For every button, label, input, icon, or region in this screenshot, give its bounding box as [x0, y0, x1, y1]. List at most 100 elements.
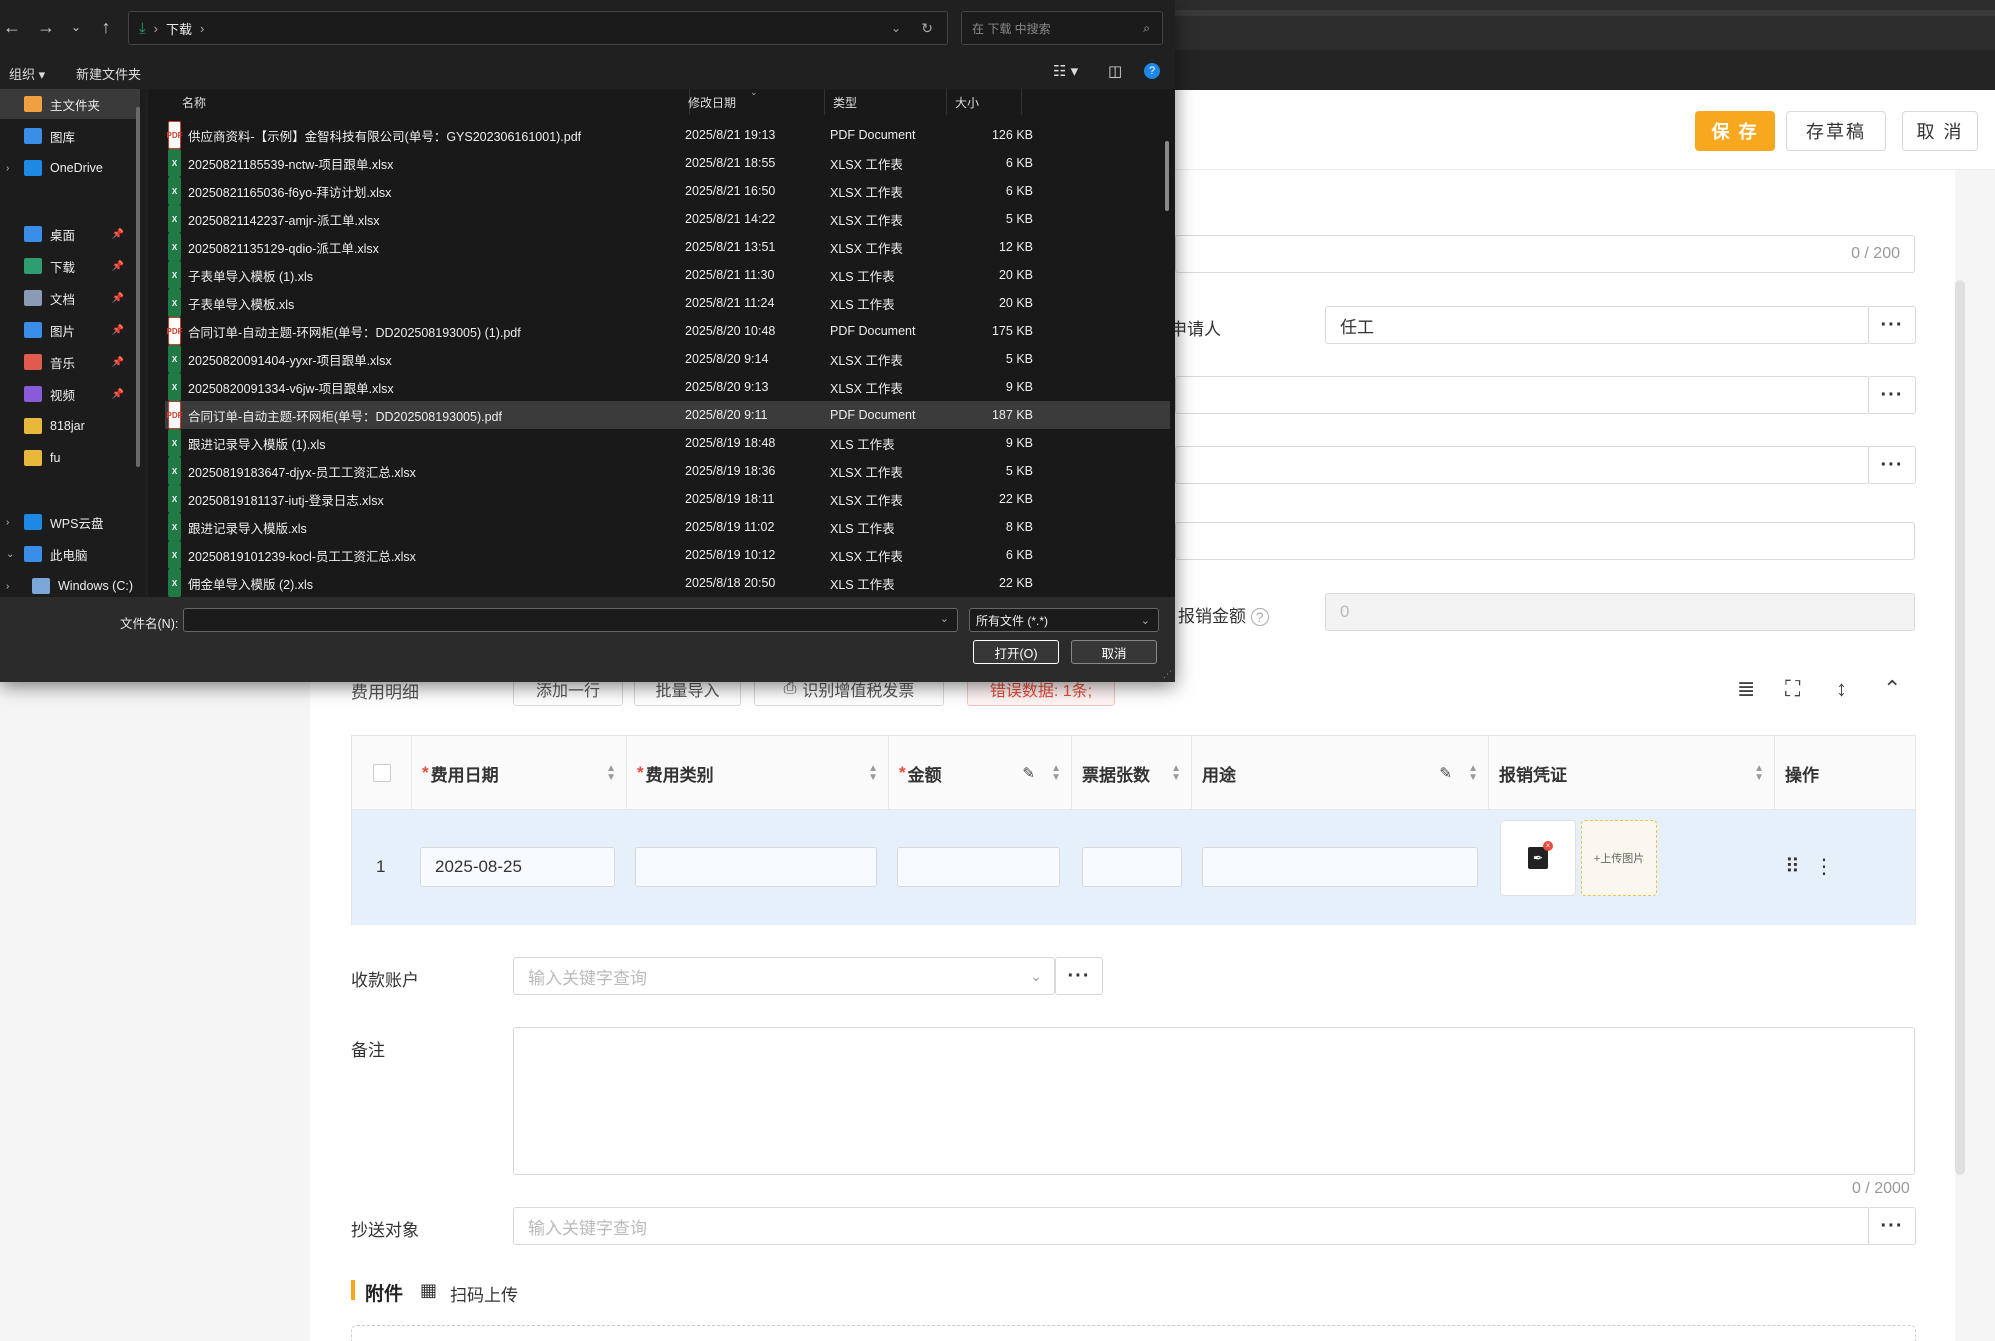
file-type-filter[interactable]: 所有文件 (*.*) ⌄	[969, 608, 1159, 632]
col-category[interactable]: * 费用类别 ▲ ▼	[627, 736, 889, 810]
nav-item-10[interactable]: fu	[0, 443, 140, 473]
breadcrumb-downloads[interactable]: 下载	[166, 19, 192, 38]
scan-upload-link[interactable]: 扫码上传	[450, 1281, 518, 1306]
pin-icon[interactable]: 📌	[112, 389, 124, 400]
edit-icon[interactable]: ✎	[1022, 764, 1035, 782]
account-select[interactable]: 输入关键字查询 ⌄	[513, 957, 1055, 995]
save-button[interactable]: 保 存	[1695, 111, 1775, 151]
preview-pane-icon[interactable]: ◫	[1108, 62, 1122, 80]
pin-icon[interactable]: 📌	[112, 293, 124, 304]
col-voucher[interactable]: 报销凭证 ▲ ▼	[1489, 736, 1775, 810]
attachment-dropzone[interactable]	[351, 1325, 1916, 1341]
nav-item-7[interactable]: 音乐 📌	[0, 347, 140, 377]
new-folder-button[interactable]: 新建文件夹	[76, 64, 141, 83]
applicant-field[interactable]: 任工	[1325, 306, 1870, 344]
file-row[interactable]: PDF 合同订单-自动主题-环网柜(单号：DD202508193005) (1).…	[165, 317, 1170, 345]
nav-item-1[interactable]: 图库	[0, 121, 140, 151]
refresh-icon[interactable]: ↻	[921, 20, 933, 37]
drag-handle-icon[interactable]: ⠿	[1785, 854, 1800, 879]
more-menu-icon[interactable]: ⋮	[1814, 854, 1834, 879]
organize-menu[interactable]: 组织 ▾	[9, 64, 45, 83]
row-category-field[interactable]	[635, 847, 877, 887]
file-row[interactable]: X 佣金单导入模版 (2).xls 2025/8/18 20:50 XLS 工作表 22…	[165, 569, 1170, 597]
filename-input[interactable]: ⌄	[183, 608, 958, 632]
file-row[interactable]: X 子表单导入模板 (1).xls 2025/8/21 11:30 XLS 工作表 20…	[165, 261, 1170, 289]
expand-chevron-icon[interactable]: ›	[6, 517, 9, 528]
cancel-button[interactable]: 取 消	[1902, 111, 1978, 151]
picker-field-2[interactable]	[1175, 376, 1870, 414]
file-row[interactable]: X 20250821185539-nctw-项目跟单.xlsx 2025/8/21 …	[165, 149, 1170, 177]
pin-icon[interactable]: 📌	[112, 261, 124, 272]
column-type[interactable]: 类型	[825, 89, 947, 115]
pin-icon[interactable]: 📌	[112, 357, 124, 368]
expand-chevron-icon[interactable]: ⌄	[6, 549, 14, 560]
sort-icon[interactable]: ▲ ▼	[606, 764, 616, 783]
resize-grip-icon[interactable]: ⋰	[1163, 669, 1172, 680]
open-button[interactable]: 打开(O)	[973, 640, 1059, 664]
save-draft-button[interactable]: 存草稿	[1786, 111, 1886, 151]
sort-icon[interactable]: ▲ ▼	[1051, 764, 1061, 783]
sort-icon[interactable]: ▲ ▼	[868, 764, 878, 783]
pin-icon[interactable]: 📌	[112, 325, 124, 336]
row-height-icon[interactable]: ≣	[1737, 676, 1755, 702]
nav-item-11[interactable]: WPS云盘 ›	[0, 507, 140, 537]
sort-icon[interactable]: ▲ ▼	[1754, 764, 1764, 783]
expand-chevron-icon[interactable]: ›	[6, 581, 9, 592]
qr-code-icon[interactable]: ▦	[420, 1280, 437, 1301]
sort-icon[interactable]: ▲ ▼	[1468, 764, 1478, 783]
col-date[interactable]: * 费用日期 ▲ ▼	[412, 736, 627, 810]
nav-item-2[interactable]: OneDrive ›	[0, 153, 140, 183]
col-purpose[interactable]: 用途 ✎ ▲ ▼	[1192, 736, 1489, 810]
file-row[interactable]: X 20250820091404-yyxr-项目跟单.xlsx 2025/8/20 …	[165, 345, 1170, 373]
nav-item-4[interactable]: 下载 📌	[0, 251, 140, 281]
file-row[interactable]: X 跟进记录导入模版.xls 2025/8/19 11:02 XLS 工作表 8 KB	[165, 513, 1170, 541]
file-row[interactable]: X 20250821165036-f6yo-拜访计划.xlsx 2025/8/21 …	[165, 177, 1170, 205]
nav-item-3[interactable]: 桌面 📌	[0, 219, 140, 249]
fullscreen-icon[interactable]: ⛶	[1785, 676, 1800, 702]
picker-button-3[interactable]: ···	[1868, 446, 1916, 484]
address-path[interactable]: ⤓ › 下载 › ⌄ ↻	[128, 11, 948, 45]
form-scrollbar[interactable]	[1955, 280, 1965, 1175]
edit-icon[interactable]: ✎	[1439, 764, 1452, 782]
text-field-4[interactable]	[1175, 522, 1915, 560]
remove-icon[interactable]: ×	[1543, 841, 1553, 851]
nav-item-12[interactable]: 此电脑 ⌄	[0, 539, 140, 569]
column-size[interactable]: 大小	[947, 89, 1022, 115]
pin-icon[interactable]: 📌	[112, 229, 124, 240]
file-row[interactable]: X 20250821135129-qdio-派工单.xlsx 2025/8/21 1…	[165, 233, 1170, 261]
row-purpose-field[interactable]	[1202, 847, 1478, 887]
cc-picker-button[interactable]: ···	[1868, 1207, 1916, 1245]
file-row[interactable]: X 20250819181137-iutj-登录日志.xlsx 2025/8/19 …	[165, 485, 1170, 513]
picker-button-2[interactable]: ···	[1868, 376, 1916, 414]
view-options-icon[interactable]: ☷ ▾	[1053, 62, 1078, 80]
voucher-thumbnail[interactable]: ✒ ×	[1500, 820, 1576, 896]
row-amount-field[interactable]	[897, 847, 1060, 887]
nav-scrollbar[interactable]	[136, 107, 140, 467]
file-row[interactable]: X 20250819183647-djyx-员工工资汇总.xlsx 2025/8/1…	[165, 457, 1170, 485]
up-icon[interactable]: ↑	[94, 14, 118, 40]
address-dropdown-icon[interactable]: ⌄	[891, 21, 901, 35]
file-row[interactable]: PDF 合同订单-自动主题-环网柜(单号：DD202508193005).pdf 2…	[165, 401, 1170, 429]
applicant-picker-button[interactable]: ···	[1868, 306, 1916, 344]
remark-textarea[interactable]	[513, 1027, 1915, 1175]
picker-field-3[interactable]	[1175, 446, 1870, 484]
filename-dropdown-icon[interactable]: ⌄	[940, 612, 949, 625]
col-amount[interactable]: * 金额 ✎ ▲ ▼	[889, 736, 1072, 810]
recent-chevron-icon[interactable]: ⌄	[64, 14, 88, 40]
nav-item-5[interactable]: 文档 📌	[0, 283, 140, 313]
nav-item-8[interactable]: 视频 📌	[0, 379, 140, 409]
search-input[interactable]: 在 下载 中搜索 ⌕	[961, 11, 1163, 45]
file-row[interactable]: X 20250820091334-v6jw-项目跟单.xlsx 2025/8/20 …	[165, 373, 1170, 401]
column-date[interactable]: 修改日期 ⌄	[680, 87, 825, 115]
back-icon[interactable]: ←	[0, 14, 24, 40]
row-date-field[interactable]: 2025-08-25	[420, 847, 615, 887]
dialog-cancel-button[interactable]: 取消	[1071, 640, 1157, 664]
col-receipt-count[interactable]: 票据张数 ▲ ▼	[1072, 736, 1192, 810]
select-all-checkbox[interactable]	[372, 764, 391, 782]
nav-item-6[interactable]: 图片 📌	[0, 315, 140, 345]
sort-icon[interactable]: ▲ ▼	[1171, 764, 1181, 783]
file-row[interactable]: X 跟进记录导入模版 (1).xls 2025/8/19 18:48 XLS 工作表 9…	[165, 429, 1170, 457]
account-picker-button[interactable]: ···	[1055, 957, 1103, 995]
expand-vertical-icon[interactable]: ↕	[1836, 676, 1847, 702]
cc-field[interactable]: 输入关键字查询	[513, 1207, 1870, 1245]
